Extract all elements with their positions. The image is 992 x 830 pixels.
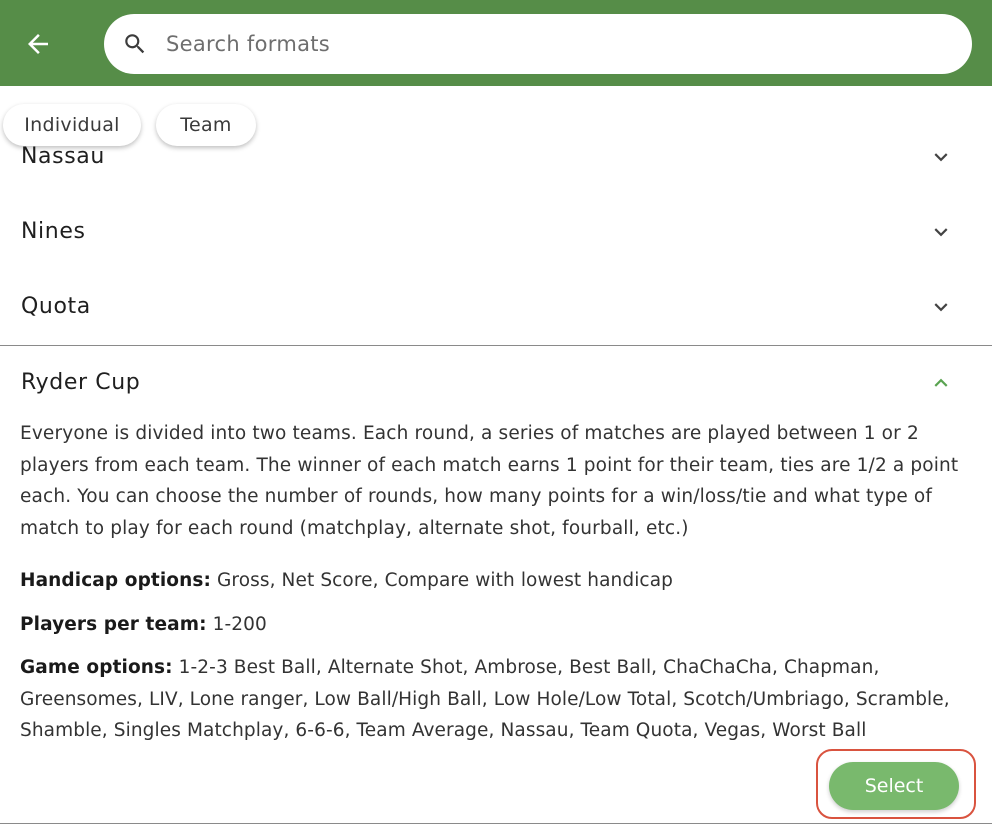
game-options-label: Game options: (20, 657, 173, 678)
chevron-down-icon (928, 219, 954, 245)
chevron-down-icon (928, 144, 954, 170)
filter-chip-team[interactable]: Team (156, 104, 256, 146)
format-row-nines[interactable]: Nines (0, 194, 992, 269)
format-label: Quota (21, 294, 91, 319)
chip-label: Individual (24, 114, 120, 136)
app-bar (0, 0, 992, 86)
chevron-down-icon (928, 294, 954, 320)
format-description: Everyone is divided into two teams. Each… (20, 423, 959, 539)
players-per-team-value: 1-200 (212, 614, 267, 635)
game-options: Game options: 1-2-3 Best Ball, Alternate… (20, 652, 960, 747)
handicap-options: Handicap options: Gross, Net Score, Comp… (20, 565, 960, 597)
chevron-up-icon (928, 370, 954, 396)
handicap-options-label: Handicap options: (20, 570, 211, 591)
back-button[interactable] (18, 24, 58, 64)
format-label: Nines (21, 219, 86, 244)
format-row-quota[interactable]: Quota (0, 269, 992, 344)
search-icon (122, 31, 148, 57)
select-button-label: Select (864, 775, 924, 797)
players-per-team-label: Players per team: (20, 614, 207, 635)
filter-chip-individual[interactable]: Individual (3, 104, 141, 146)
divider (0, 823, 992, 824)
format-row-nassau[interactable]: Nassau (0, 119, 992, 194)
format-label: Ryder Cup (21, 370, 141, 395)
chip-label: Team (180, 114, 232, 136)
arrow-back-icon (28, 34, 48, 54)
select-button[interactable]: Select (829, 762, 959, 810)
search-input[interactable] (164, 31, 928, 57)
handicap-options-value: Gross, Net Score, Compare with lowest ha… (216, 570, 673, 591)
players-per-team: Players per team: 1-200 (20, 609, 960, 641)
format-label: Nassau (21, 144, 105, 169)
search-box[interactable] (104, 14, 972, 74)
format-picker-screen: Individual Team Nassau Nines Quota Ryder… (0, 0, 992, 830)
format-row-ryder-cup[interactable]: Ryder Cup (0, 345, 992, 420)
